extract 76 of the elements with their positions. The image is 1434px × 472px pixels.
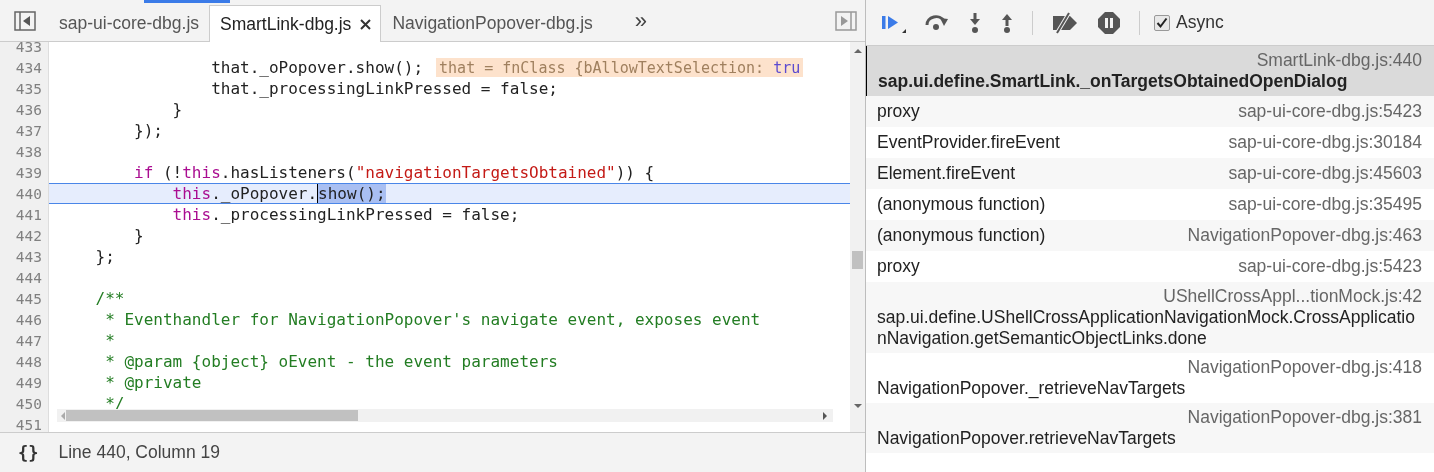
source-location-link[interactable]: sap-ui-core-dbg.js:30184 — [1228, 132, 1422, 153]
pretty-print-button[interactable]: {} — [16, 442, 41, 463]
pause-on-exceptions-icon[interactable] — [1097, 10, 1121, 35]
function-name: (anonymous function) — [877, 194, 1046, 215]
vertical-scrollbar[interactable] — [850, 42, 865, 432]
step-over-icon[interactable] — [924, 12, 950, 33]
line-number: 447 — [14, 332, 43, 349]
source-location-link[interactable]: NavigationPopover-dbg.js:463 — [1187, 225, 1422, 246]
line-number: 444 — [14, 269, 43, 286]
source-location-link[interactable]: NavigationPopover-dbg.js:418 — [1187, 357, 1422, 378]
source-location-link[interactable]: SmartLink-dbg.js:440 — [1256, 50, 1422, 71]
line-number: 443 — [14, 248, 43, 265]
line-number: 435 — [14, 80, 43, 97]
code-line: this._processingLinkPressed = false; — [171, 204, 521, 225]
line-number: 451 — [14, 416, 43, 432]
cursor-position: Line 440, Column 19 — [58, 442, 220, 463]
call-frame[interactable]: proxy sap-ui-core-dbg.js:5423 — [866, 96, 1434, 127]
file-tab[interactable]: NavigationPopover-dbg.js — [381, 5, 603, 41]
line-number: 434 — [14, 59, 43, 76]
line-number: 446 — [14, 311, 43, 328]
file-tab[interactable]: SmartLink-dbg.js — [209, 5, 382, 42]
line-number: 450 — [14, 395, 43, 412]
code-line: * @param {object} oEvent - the event parameters — [104, 351, 559, 372]
deactivate-breakpoints-icon[interactable] — [1051, 11, 1079, 34]
horizontal-scrollbar[interactable] — [57, 409, 833, 422]
code-line: */ — [104, 393, 126, 414]
function-name: sap.ui.define.SmartLink._onTargetsObtainedOpenDialog — [878, 71, 1349, 92]
source-location-link[interactable]: UShellCrossAppl...tionMock.js:42 — [1163, 286, 1422, 307]
line-number: 439 — [14, 164, 43, 181]
code-line: that._processingLinkPressed = false; — [210, 78, 559, 99]
call-frame[interactable]: UShellCrossAppl...tionMock.js:42 sap.ui.define.UShellCrossApplicationNavigationMock.CrossApplicationNavigation.getSemanticObjectLinks.done — [866, 282, 1434, 353]
code-line: if (!this.hasListeners("navigationTargetsObtained")) { — [133, 162, 656, 183]
code-line: } — [171, 99, 184, 120]
code-line: }; — [94, 246, 116, 267]
more-tabs-button[interactable]: » — [634, 7, 648, 34]
source-location-link[interactable]: sap-ui-core-dbg.js:5423 — [1238, 256, 1422, 277]
code-line: }); — [133, 120, 164, 141]
inline-value: that = fnClass {bAllowTextSelection: tru — [436, 58, 804, 77]
call-frame[interactable]: SmartLink-dbg.js:440 sap.ui.define.SmartLink._onTargetsObtainedOpenDialog — [866, 46, 1434, 96]
function-name: (anonymous function) — [877, 225, 1046, 246]
source-location-link[interactable]: NavigationPopover-dbg.js:381 — [1187, 407, 1422, 428]
code-line: * Eventhandler for NavigationPopover's navigate event, exposes event — [104, 309, 762, 330]
code-line: that._oPopover.show(); — [210, 57, 424, 78]
call-frame[interactable]: Element.fireEvent sap-ui-core-dbg.js:45603 — [866, 158, 1434, 189]
function-name: NavigationPopover._retrieveNavTargets — [877, 378, 1187, 399]
function-name: EventProvider.fireEvent — [877, 132, 1060, 153]
code-line: } — [133, 225, 145, 246]
line-number: 436 — [14, 101, 43, 118]
step-into-icon[interactable] — [968, 11, 982, 34]
code-line: * — [104, 330, 116, 351]
line-number: 440 — [14, 185, 43, 202]
call-frame[interactable]: (anonymous function) NavigationPopover-dbg.js:463 — [866, 220, 1434, 251]
line-number: 437 — [14, 122, 43, 139]
async-label: Async — [1176, 12, 1224, 33]
line-number: 442 — [14, 227, 43, 244]
sidebar-toggle-icon[interactable] — [835, 10, 857, 31]
line-number: 449 — [14, 374, 43, 391]
code-line: * @private — [104, 372, 203, 393]
close-icon[interactable] — [360, 18, 372, 30]
line-number: 441 — [14, 206, 43, 223]
function-name: proxy — [877, 256, 920, 277]
function-name: proxy — [877, 101, 920, 122]
source-location-link[interactable]: sap-ui-core-dbg.js:35495 — [1228, 194, 1422, 215]
line-number: 438 — [14, 143, 43, 160]
code-line: /** — [94, 288, 126, 309]
function-name: NavigationPopover.retrieveNavTargets — [877, 428, 1177, 449]
function-name: sap.ui.define.UShellCrossApplicationNavigationMock.CrossApplicationNavigation.getSemanticObjectLinks.done — [877, 307, 1416, 349]
call-frame[interactable]: NavigationPopover-dbg.js:381 NavigationPopover.retrieveNavTargets — [866, 403, 1434, 453]
source-location-link[interactable]: sap-ui-core-dbg.js:5423 — [1238, 101, 1422, 122]
line-number: 448 — [14, 353, 43, 370]
sidebar-toggle-icon[interactable] — [14, 10, 36, 31]
file-tab[interactable]: sap-ui-core-dbg.js — [48, 5, 210, 41]
async-checkbox[interactable] — [1154, 14, 1170, 31]
source-location-link[interactable]: sap-ui-core-dbg.js:45603 — [1228, 163, 1422, 184]
line-number: 445 — [14, 290, 43, 307]
function-name: Element.fireEvent — [877, 163, 1016, 184]
